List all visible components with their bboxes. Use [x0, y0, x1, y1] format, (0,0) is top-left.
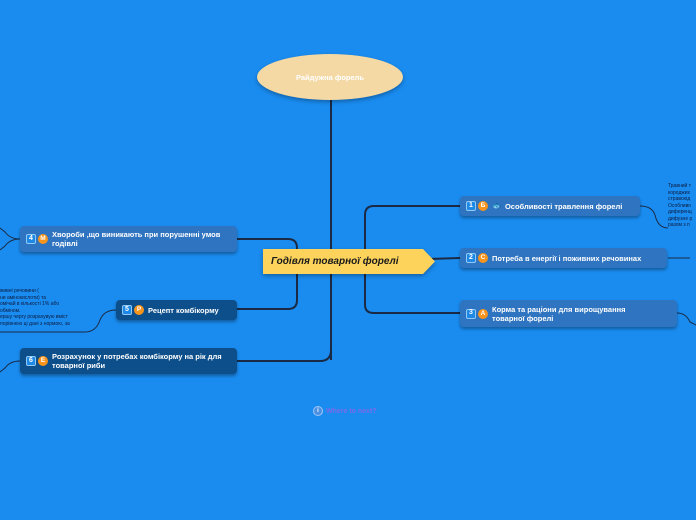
where-next-link[interactable]: i Where to next? — [313, 406, 377, 416]
branch-feed-calculation-label: Розрахунок у потребах комбікорму на рік … — [52, 352, 222, 370]
branch-diseases[interactable]: 4 М Хвороби ,що виникають при порушенні … — [20, 226, 237, 252]
branch-feed-calculation[interactable]: 6 Е Розрахунок у потребах комбікорму на … — [20, 348, 237, 374]
central-topic-label: Годівля товарної форелі — [271, 256, 399, 267]
where-next-label: Where to next? — [326, 407, 377, 415]
priority-6-badge: 6 — [26, 356, 36, 366]
branch-energy-needs-label: Потреба в енергії і поживних речовинах — [492, 253, 642, 263]
letter-r-badge: Р — [134, 305, 144, 315]
priority-3-badge: 3 — [466, 308, 476, 319]
priority-5-badge: 5 — [122, 305, 132, 315]
left-note-text: живні речовини ( ни амінокислоти) та омі… — [0, 288, 70, 327]
central-topic[interactable]: Годівля товарної форелі — [261, 248, 436, 275]
branch-diseases-label: Хвороби ,що виникають при порушенні умов… — [52, 230, 221, 248]
letter-a-badge: А — [478, 308, 488, 319]
info-icon: i — [313, 406, 323, 416]
branch-feeds-rations-label: Корма та раціони для вирощування товарно… — [492, 304, 626, 323]
root-topic[interactable]: Райдужна форель — [257, 54, 403, 100]
letter-e-badge: Е — [38, 356, 48, 366]
branch-digestion-label: Особливості травлення форелі — [504, 201, 623, 211]
fish-icon: 🐟 — [492, 201, 502, 211]
priority-4-badge: 4 — [26, 234, 36, 244]
branch-feeds-rations[interactable]: 3 А Корма та раціони для вирощування тов… — [460, 300, 677, 327]
letter-b-badge: Б — [478, 201, 488, 211]
right-note-text: Травний т короджих стравохід Особливо ди… — [668, 183, 693, 228]
letter-m-badge: М — [38, 234, 48, 244]
branch-feed-recipe-label: Рецепт комбікорму — [148, 305, 219, 315]
root-topic-label: Райдужна форель — [295, 72, 365, 82]
priority-2-badge: 2 — [466, 253, 476, 263]
branch-feed-recipe[interactable]: 5 Р Рецепт комбікорму — [116, 300, 237, 320]
branch-digestion[interactable]: 1 Б 🐟 Особливості травлення форелі — [460, 196, 640, 216]
branch-energy-needs[interactable]: 2 С Потреба в енергії і поживних речовин… — [460, 248, 667, 268]
letter-s-badge: С — [478, 253, 488, 263]
priority-1-badge: 1 — [466, 201, 476, 211]
